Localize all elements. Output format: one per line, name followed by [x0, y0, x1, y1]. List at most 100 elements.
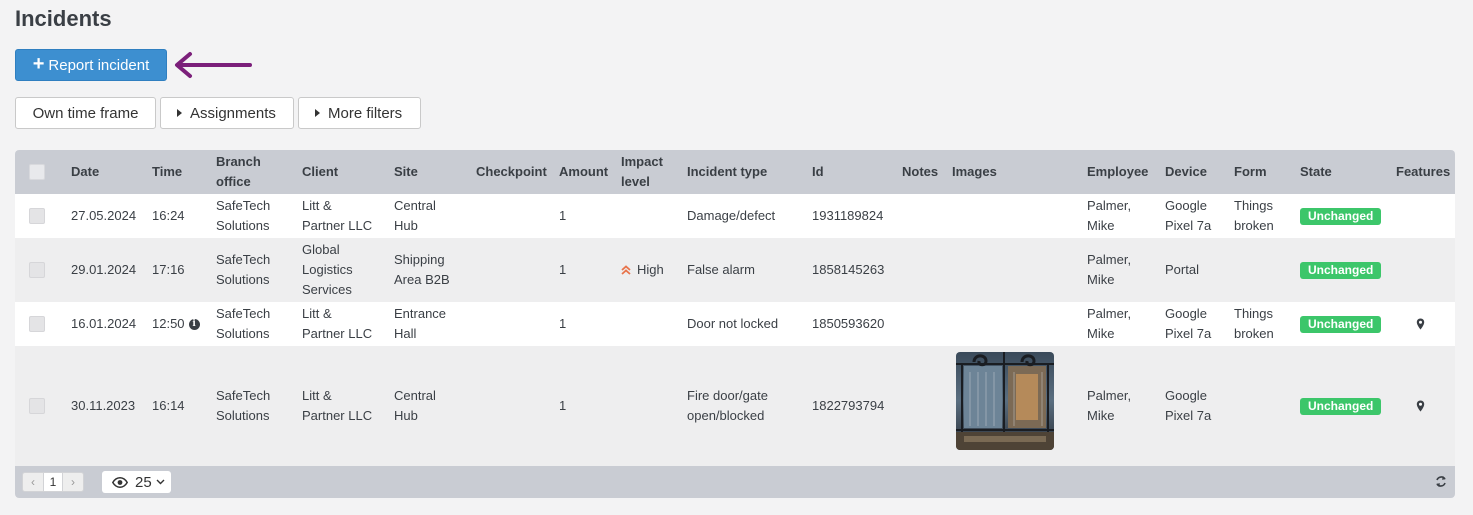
cell-client-line1: Litt &	[302, 388, 332, 403]
column-branch-office[interactable]: Branch office	[216, 150, 261, 194]
column-employee[interactable]: Employee	[1087, 150, 1148, 194]
cell-time: 16:14	[152, 398, 185, 413]
column-checkpoint[interactable]: Checkpoint	[476, 150, 547, 194]
cell-date: 27.05.2024	[71, 208, 137, 223]
table-row[interactable]: 29.01.2024 17:16 SafeTech Solutions Glob…	[15, 238, 1455, 302]
more-filters-label: More filters	[328, 104, 403, 122]
cell-branch-line2: Solutions	[216, 326, 270, 341]
column-impact-line1: Impact	[621, 154, 663, 169]
next-page-button[interactable]: ›	[63, 473, 83, 491]
cell-site-line2: Hub	[394, 218, 418, 233]
column-client[interactable]: Client	[302, 150, 338, 194]
column-impact-level[interactable]: Impact level	[621, 150, 663, 194]
cell-client-line3: Services	[302, 282, 352, 297]
cell-branch: SafeTech Solutions	[216, 238, 270, 302]
column-incident-type[interactable]: Incident type	[687, 150, 767, 194]
cell-employee-line2: Mike	[1087, 218, 1115, 233]
row-checkbox[interactable]	[29, 316, 45, 332]
select-all-checkbox[interactable]	[29, 164, 45, 180]
cell-site-line1: Entrance	[394, 306, 447, 321]
current-page-button[interactable]: 1	[43, 473, 63, 491]
cell-incident-type: Fire door/gate open/blocked	[687, 346, 768, 466]
column-form[interactable]: Form	[1234, 150, 1267, 194]
cell-device-line2: Pixel 7a	[1165, 408, 1212, 423]
cell-employee-line1: Palmer,	[1087, 388, 1132, 403]
info-icon[interactable]: i	[188, 318, 200, 330]
own-time-frame-button[interactable]: Own time frame	[15, 97, 156, 129]
cell-form: Things broken	[1234, 302, 1274, 346]
cell-employee: Palmer, Mike	[1087, 194, 1131, 238]
cell-client-line2: Partner LLC	[302, 326, 373, 341]
cell-id: 1822793794	[812, 398, 885, 413]
table-row[interactable]: 27.05.2024 16:24 SafeTech Solutions Litt…	[15, 194, 1455, 238]
previous-page-button[interactable]: ‹	[23, 473, 43, 491]
cell-form: Things broken	[1234, 194, 1274, 238]
map-pin-icon[interactable]	[1416, 318, 1425, 330]
map-pin-icon[interactable]	[1416, 400, 1425, 412]
double-chevron-up-icon	[621, 265, 631, 275]
cell-client-line2: Logistics	[302, 262, 353, 277]
arrow-left-icon	[175, 52, 252, 78]
cell-date: 30.11.2023	[71, 398, 136, 413]
page-size-select[interactable]: 25	[102, 471, 171, 493]
cell-form-line2: broken	[1234, 218, 1274, 233]
chevron-down-icon	[156, 479, 165, 485]
cell-client: Litt & Partner LLC	[302, 346, 372, 466]
filter-bar: Own time frame Assignments More filters	[15, 97, 421, 129]
column-state[interactable]: State	[1300, 150, 1332, 194]
impact-label: High	[637, 262, 664, 277]
cell-employee-line1: Palmer,	[1087, 306, 1132, 321]
cell-branch-line2: Solutions	[216, 408, 270, 423]
row-checkbox[interactable]	[29, 262, 45, 278]
status-badge: Unchanged	[1300, 207, 1382, 225]
column-branch-line1: Branch	[216, 154, 261, 169]
incidents-table: Date Time Branch office Client Site Chec…	[15, 150, 1455, 498]
column-date[interactable]: Date	[71, 150, 99, 194]
cell-state: Unchanged	[1300, 194, 1382, 238]
incident-image-thumbnail[interactable]	[956, 352, 1054, 450]
refresh-icon[interactable]	[1435, 475, 1447, 488]
column-time[interactable]: Time	[152, 150, 182, 194]
page-size-value: 25	[135, 473, 152, 491]
table-row[interactable]: 30.11.2023 16:14 SafeTech Solutions Litt…	[15, 346, 1455, 466]
plus-icon: +	[32, 53, 45, 75]
cell-time: 17:16	[152, 262, 185, 277]
column-device[interactable]: Device	[1165, 150, 1207, 194]
assignments-filter-button[interactable]: Assignments	[160, 97, 294, 129]
cell-employee-line1: Palmer,	[1087, 198, 1132, 213]
cell-branch: SafeTech Solutions	[216, 302, 270, 346]
cell-device-line2: Pixel 7a	[1165, 326, 1212, 341]
column-images[interactable]: Images	[952, 150, 997, 194]
cell-id: 1850593620	[812, 316, 885, 331]
cell-employee-line2: Mike	[1087, 272, 1115, 287]
cell-site: Entrance Hall	[394, 302, 446, 346]
column-site[interactable]: Site	[394, 150, 418, 194]
cell-employee-line1: Palmer,	[1087, 252, 1132, 267]
cell-client-line1: Litt &	[302, 306, 332, 321]
column-features[interactable]: Features	[1396, 150, 1450, 194]
table-row[interactable]: 16.01.2024 12:50 i SafeTech Solutions Li…	[15, 302, 1455, 346]
cell-site-line1: Central	[394, 388, 436, 403]
cell-branch: SafeTech Solutions	[216, 194, 270, 238]
more-filters-button[interactable]: More filters	[298, 97, 421, 129]
cell-employee: Palmer, Mike	[1087, 302, 1131, 346]
cell-state: Unchanged	[1300, 238, 1382, 302]
column-amount[interactable]: Amount	[559, 150, 608, 194]
cell-form-line1: Things	[1234, 198, 1274, 213]
report-incident-button[interactable]: + Report incident	[15, 49, 167, 81]
report-incident-label: Report incident	[48, 56, 150, 74]
cell-site-line2: Hall	[394, 326, 417, 341]
cell-device-line1: Google	[1165, 388, 1207, 403]
table-footer: ‹ 1 › 25	[15, 466, 1455, 498]
cell-client-line2: Partner LLC	[302, 218, 373, 233]
row-checkbox[interactable]	[29, 398, 45, 414]
cell-incident-type-line2: open/blocked	[687, 408, 765, 423]
cell-client: Litt & Partner LLC	[302, 194, 372, 238]
cell-form-line2: broken	[1234, 326, 1274, 341]
cell-incident-type: Door not locked	[687, 316, 779, 331]
column-id[interactable]: Id	[812, 150, 824, 194]
column-notes[interactable]: Notes	[902, 150, 938, 194]
row-checkbox[interactable]	[29, 208, 45, 224]
cell-site-line1: Central	[394, 198, 436, 213]
cell-client: Litt & Partner LLC	[302, 302, 372, 346]
